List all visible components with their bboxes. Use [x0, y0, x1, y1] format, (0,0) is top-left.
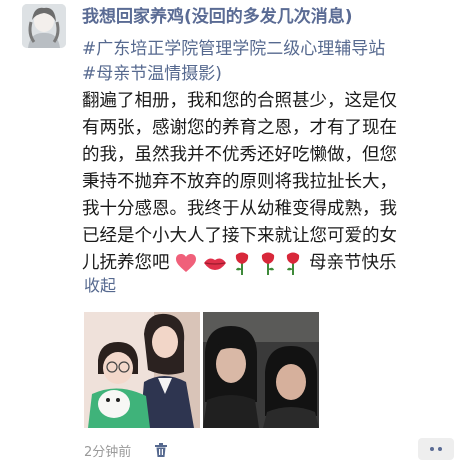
photo-image: [203, 312, 319, 428]
topic-tag-1[interactable]: #广东培正学院管理学院二级心理辅导站: [82, 37, 385, 61]
body-line-text: 儿抚养您吧: [82, 253, 170, 273]
post-time: 2分钟前: [84, 445, 132, 460]
body-line-tail: 母亲节快乐: [308, 253, 397, 273]
rose-emoji-icon: [287, 252, 300, 275]
rose-emoji-icon: [236, 252, 249, 275]
body-line: 的我，虽然我并不优秀还好吃懒做，但您: [82, 145, 397, 165]
heart-emoji-icon: [176, 254, 197, 272]
trash-icon[interactable]: [154, 442, 168, 458]
collapse-link[interactable]: 收起: [84, 272, 116, 296]
body-line: 秉持不抛弃不放弃的原则将我拉扯长大，: [82, 172, 397, 192]
more-dot: [438, 447, 442, 451]
photo-thumbnail-1[interactable]: [84, 312, 200, 428]
more-button[interactable]: [418, 438, 454, 460]
body-line-last: 儿抚养您吧 母亲节快乐: [82, 250, 457, 277]
photo-image: [84, 312, 200, 428]
post-body: 翻遍了相册，我和您的合照甚少，这是仅 有两张，感谢您的养育之恩，才有了现在 的我…: [82, 88, 457, 277]
rose-emoji-icon: [261, 252, 274, 275]
body-line: 已经是个小大人了接下来就让您可爱的女: [82, 226, 397, 246]
author-name[interactable]: 我想回家养鸡(没回的多发几次消息): [82, 6, 353, 28]
lips-emoji-icon: [203, 258, 226, 270]
body-line: 有两张，感谢您的养育之恩，才有了现在: [82, 118, 397, 138]
photo-thumbnail-2[interactable]: [203, 312, 319, 428]
body-line: 我十分感恩。我终于从幼稚变得成熟，我: [82, 199, 397, 219]
avatar-image: [22, 4, 66, 48]
more-dot: [430, 447, 434, 451]
avatar[interactable]: [22, 4, 66, 48]
topic-tag-2[interactable]: #母亲节温情摄影): [82, 62, 222, 86]
body-line: 翻遍了相册，我和您的合照甚少，这是仅: [82, 91, 397, 111]
